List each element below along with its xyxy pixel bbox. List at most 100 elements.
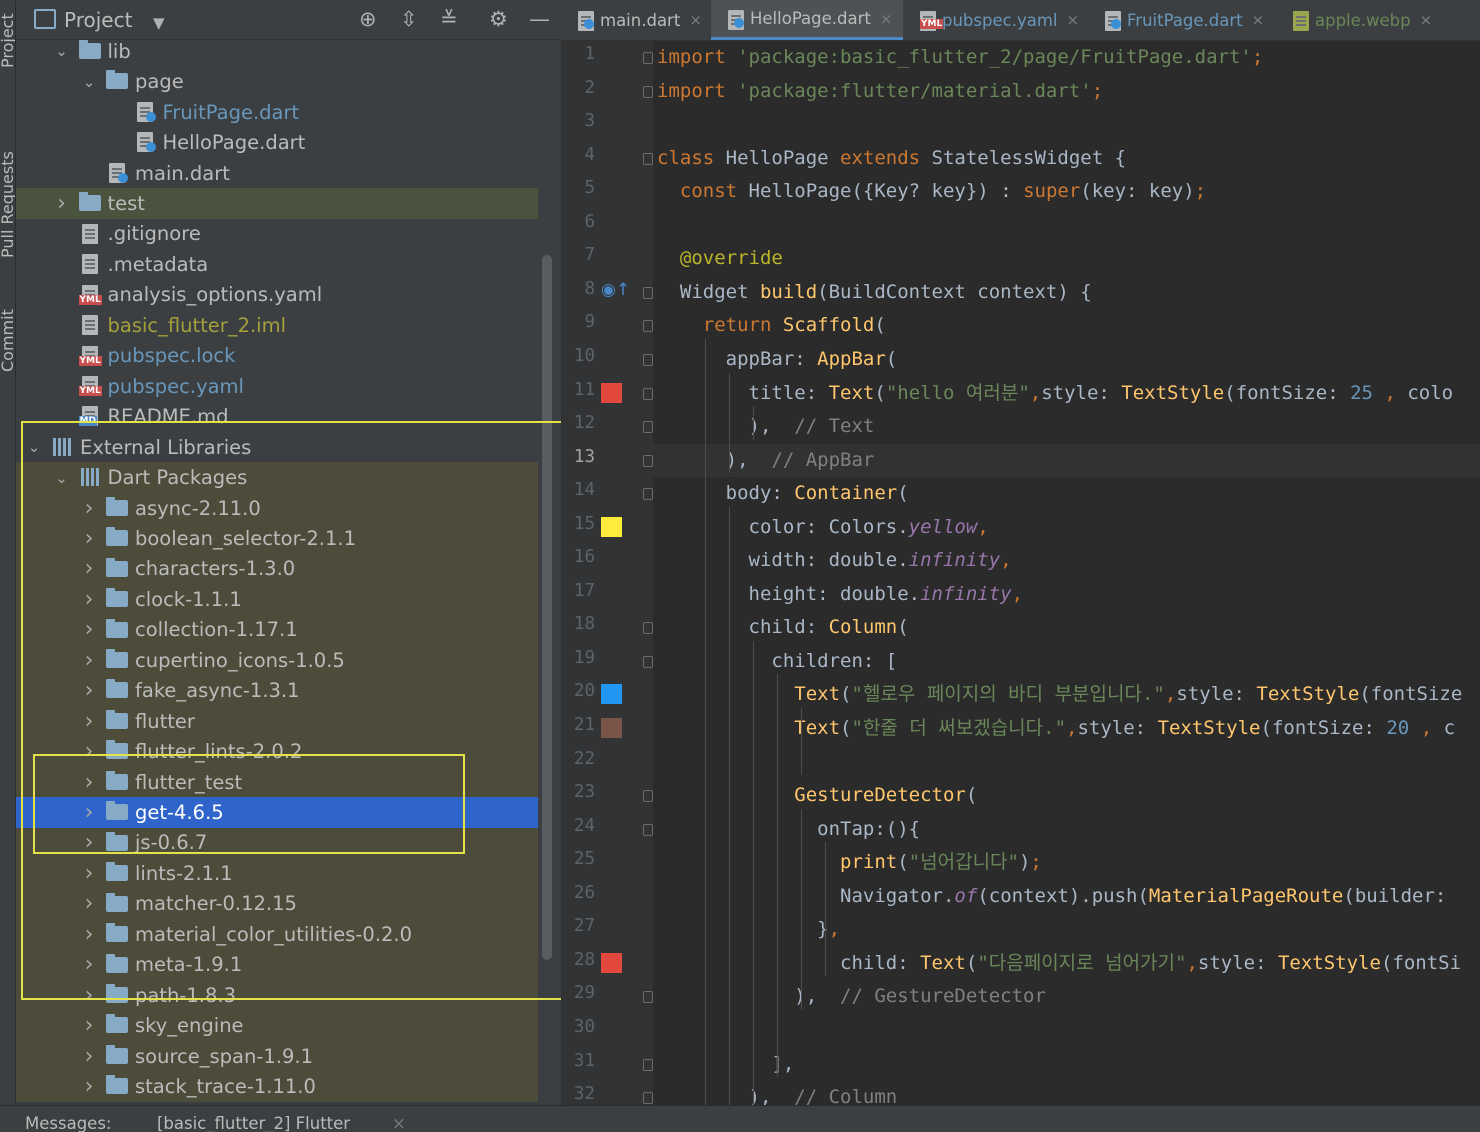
indent-guide bbox=[753, 406, 754, 440]
editor-tab[interactable]: FruitPage.dart × bbox=[1088, 0, 1276, 40]
editor-gutter: 1 2 3 4 5 6 7 8 ◉↑ 9 10 11 12 13 14 15 16 17 18 19 20 21 22 23 2… bbox=[561, 41, 653, 1105]
tree-item[interactable]: › sky_engine bbox=[16, 1010, 538, 1041]
editor-tab[interactable]: YML pubspec.yaml × bbox=[903, 0, 1088, 40]
fold-marker-icon[interactable] bbox=[643, 488, 653, 501]
close-icon[interactable]: × bbox=[880, 10, 893, 28]
tree-item-label: .metadata bbox=[107, 252, 209, 276]
line-number: 7 bbox=[584, 245, 595, 266]
close-icon[interactable]: × bbox=[392, 1114, 406, 1132]
fold-marker-icon[interactable] bbox=[643, 421, 653, 434]
tree-item-label: pubspec.yaml bbox=[107, 374, 244, 398]
folder-icon bbox=[106, 1014, 128, 1035]
minimize-icon[interactable]: — bbox=[529, 7, 550, 31]
fold-marker-icon[interactable] bbox=[643, 387, 653, 400]
project-tool-tab[interactable]: Project bbox=[0, 13, 15, 68]
line-number: 8 bbox=[584, 278, 595, 299]
code-line: child: Column( bbox=[657, 616, 909, 639]
tree-item[interactable]: .metadata bbox=[16, 249, 538, 280]
fold-marker-icon[interactable] bbox=[643, 320, 653, 333]
chevron-right-icon[interactable]: › bbox=[81, 1044, 97, 1069]
tree-item-label: stack_trace-1.11.0 bbox=[135, 1075, 316, 1099]
line-number: 18 bbox=[573, 614, 595, 635]
dart-file-icon bbox=[134, 132, 156, 153]
tree-item-label: HelloPage.dart bbox=[162, 131, 306, 155]
color-swatch-icon[interactable] bbox=[601, 684, 622, 705]
chevron-right-icon[interactable]: › bbox=[81, 1013, 97, 1038]
collapse-all-icon[interactable]: ≚ bbox=[440, 7, 458, 31]
tree-item[interactable]: .gitignore bbox=[16, 219, 538, 250]
chevron-down-icon[interactable]: ⌄ bbox=[54, 42, 70, 60]
code-line: @override bbox=[679, 247, 783, 270]
chevron-down-icon[interactable]: ▼ bbox=[153, 11, 165, 35]
crosshair-icon[interactable]: ⊕ bbox=[359, 7, 377, 31]
fold-marker-icon[interactable] bbox=[643, 622, 653, 635]
color-swatch-icon[interactable] bbox=[601, 382, 622, 403]
close-icon[interactable]: × bbox=[1066, 11, 1079, 29]
editor-tab[interactable]: apple.webp × bbox=[1276, 0, 1456, 40]
fold-marker-icon[interactable] bbox=[643, 823, 653, 836]
color-swatch-icon[interactable] bbox=[601, 718, 622, 738]
indent-guide bbox=[801, 808, 802, 1010]
line-number: 6 bbox=[584, 211, 595, 232]
fold-marker-icon[interactable] bbox=[643, 991, 653, 1004]
line-number: 26 bbox=[573, 882, 595, 903]
code-area[interactable]: import 'package:basic_flutter_2/page/Fru… bbox=[657, 41, 1480, 1105]
line-number: 28 bbox=[573, 949, 595, 970]
chevron-right-icon[interactable]: › bbox=[54, 191, 70, 216]
fold-marker-icon[interactable] bbox=[643, 790, 653, 803]
tree-item[interactable]: FruitPage.dart bbox=[16, 97, 538, 128]
close-icon[interactable]: × bbox=[1252, 11, 1265, 29]
tree-item[interactable]: › source_span-1.9.1 bbox=[16, 1040, 538, 1072]
editor-tab[interactable]: HelloPage.dart × bbox=[711, 0, 903, 40]
line-number: 29 bbox=[573, 983, 595, 1004]
tree-item-label: pubspec.lock bbox=[107, 344, 236, 368]
tree-item[interactable]: YML pubspec.lock bbox=[16, 341, 538, 372]
yaml-file-icon: YML bbox=[78, 345, 102, 366]
tree-item[interactable]: ⌄ page bbox=[16, 66, 538, 97]
tree-item[interactable]: YML analysis_options.yaml bbox=[16, 280, 538, 311]
tree-item[interactable]: › test bbox=[16, 188, 538, 219]
line-number: 3 bbox=[584, 111, 595, 132]
fold-marker-icon[interactable] bbox=[643, 655, 653, 668]
tree-item[interactable]: ⌄ lib bbox=[16, 36, 538, 67]
commit-tool-tab[interactable]: Commit bbox=[0, 309, 15, 372]
fold-marker-icon[interactable] bbox=[643, 286, 653, 299]
close-icon[interactable]: × bbox=[1420, 11, 1433, 29]
messages-tab[interactable]: [basic_flutter_2] Flutter bbox=[157, 1114, 350, 1132]
fold-marker-icon[interactable] bbox=[643, 1092, 653, 1105]
code-line: print("넘어갑니다"); bbox=[840, 851, 1042, 874]
pull-requests-tool-tab[interactable]: Pull Requests bbox=[0, 151, 15, 258]
tree-item[interactable]: main.dart bbox=[16, 158, 538, 189]
tree-item[interactable]: › stack_trace-1.11.0 bbox=[16, 1071, 538, 1102]
line-number: 32 bbox=[573, 1084, 595, 1105]
color-swatch-icon[interactable] bbox=[601, 952, 622, 973]
project-panel-title[interactable]: Project bbox=[64, 8, 132, 32]
fold-marker-icon[interactable] bbox=[643, 353, 653, 366]
tree-item-label: analysis_options.yaml bbox=[107, 283, 323, 307]
line-number: 21 bbox=[573, 715, 595, 735]
fold-marker-icon[interactable] bbox=[643, 85, 653, 98]
tree-item[interactable]: basic_flutter_2.iml bbox=[16, 310, 538, 341]
override-marker-icon[interactable]: ◉↑ bbox=[601, 280, 630, 300]
indent-guide bbox=[801, 708, 802, 776]
code-line: Widget build(BuildContext context) { bbox=[657, 280, 1092, 303]
line-number: 27 bbox=[573, 916, 595, 937]
fold-marker-icon[interactable] bbox=[643, 1058, 653, 1071]
color-swatch-icon[interactable] bbox=[601, 516, 622, 537]
fold-marker-icon[interactable] bbox=[643, 52, 653, 64]
close-icon[interactable]: × bbox=[689, 11, 702, 29]
project-panel-header: Project ▼ ⊕ ⇳ ≚ ⚙ — bbox=[16, 0, 561, 40]
file-icon bbox=[79, 254, 101, 275]
expand-all-icon[interactable]: ⇳ bbox=[400, 7, 418, 31]
line-number: 19 bbox=[573, 647, 595, 668]
dart-file-icon bbox=[1105, 11, 1121, 31]
chevron-right-icon[interactable]: › bbox=[81, 1074, 97, 1099]
editor-tab[interactable]: main.dart × bbox=[561, 0, 711, 40]
tree-item[interactable]: YML pubspec.yaml bbox=[16, 371, 538, 402]
tree-item[interactable]: HelloPage.dart bbox=[16, 127, 538, 158]
fold-marker-icon[interactable] bbox=[643, 152, 653, 165]
chevron-down-icon[interactable]: ⌄ bbox=[81, 73, 97, 91]
indent-guide bbox=[825, 842, 826, 977]
fold-marker-icon[interactable] bbox=[643, 454, 653, 467]
gear-icon[interactable]: ⚙ bbox=[489, 7, 508, 31]
